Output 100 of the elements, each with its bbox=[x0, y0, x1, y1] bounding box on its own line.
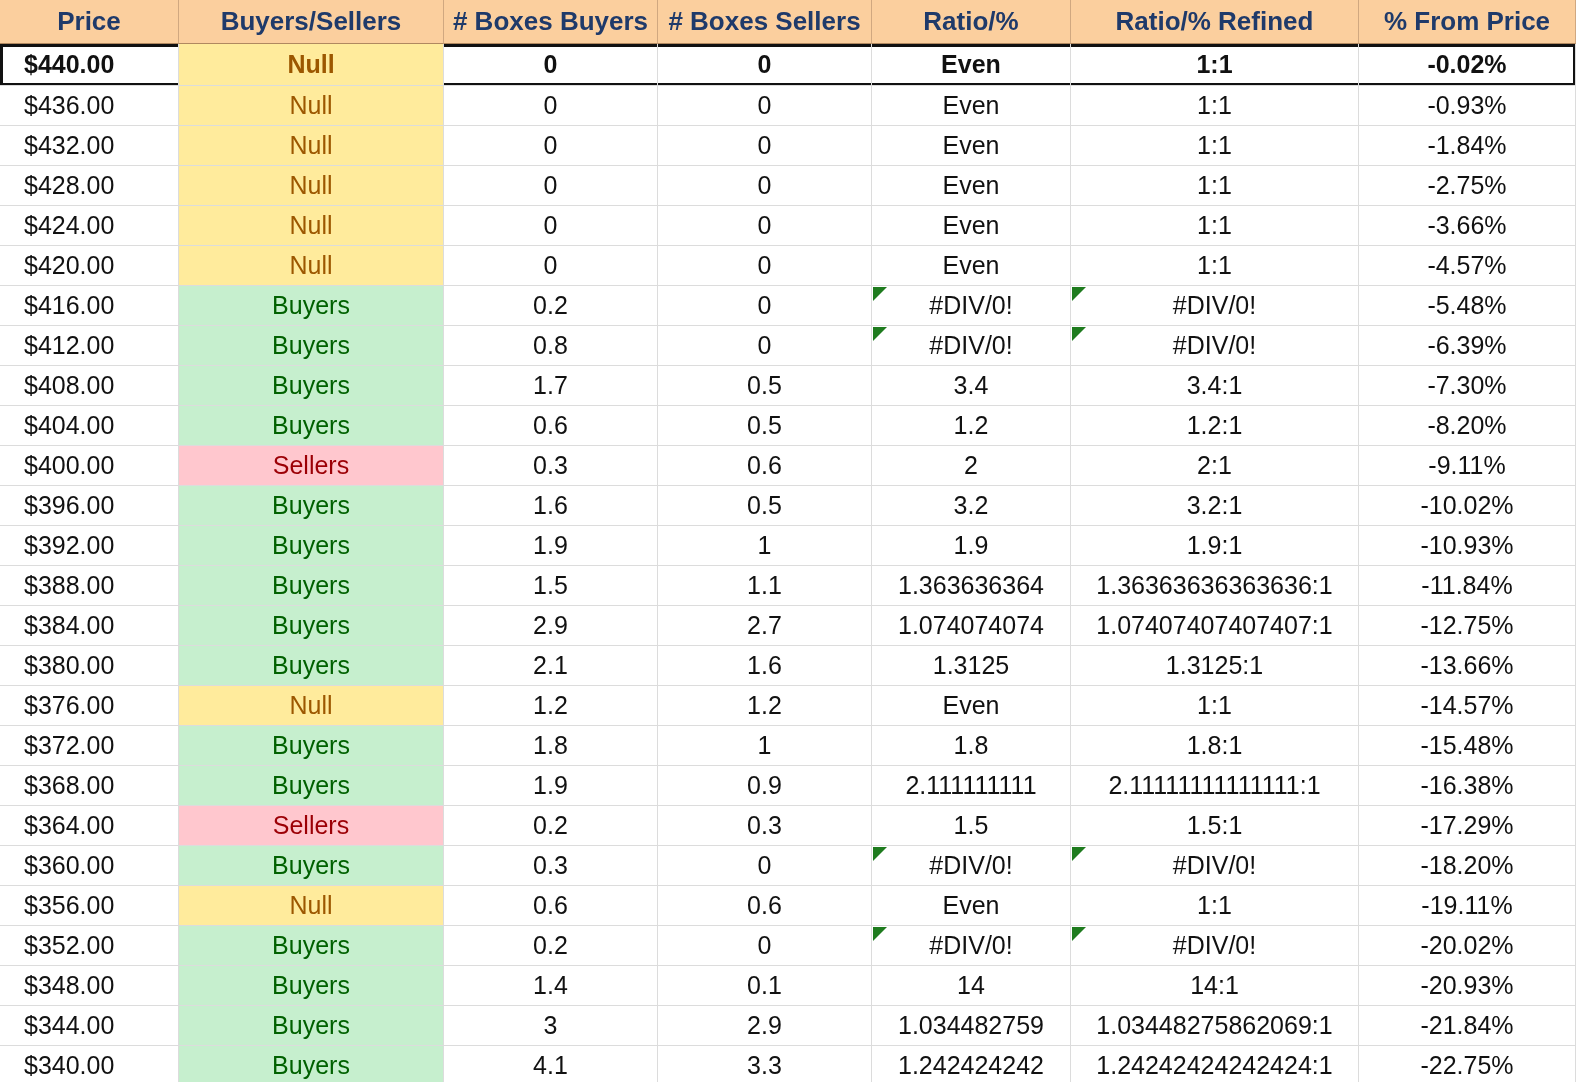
table-row[interactable]: $380.00 Buyers 2.1 1.6 1.3125 1.3125:1 -13.66% bbox=[0, 646, 1576, 686]
cell-value: 3.4:1 bbox=[1186, 371, 1243, 400]
cell-value: 1.074074074 bbox=[898, 611, 1044, 640]
table-row[interactable]: $428.00 Null 0 0 Even 1:1 -2.75% bbox=[0, 166, 1576, 206]
cell-value: 1.5:1 bbox=[1186, 811, 1243, 840]
table-cell: -18.20% bbox=[1359, 846, 1576, 886]
table-cell: -15.48% bbox=[1359, 726, 1576, 766]
table-cell: Buyers bbox=[179, 486, 444, 526]
table-cell: -13.66% bbox=[1359, 646, 1576, 686]
table-cell: Buyers bbox=[179, 406, 444, 446]
table-row[interactable]: $352.00 Buyers 0.2 0 #DIV/0! #DIV/0! -20.02% bbox=[0, 926, 1576, 966]
cell-value: 1.034482759 bbox=[898, 1011, 1044, 1040]
table-cell: -10.02% bbox=[1359, 486, 1576, 526]
table-cell: -19.11% bbox=[1359, 886, 1576, 926]
table-cell: -22.75% bbox=[1359, 1046, 1576, 1082]
table-row[interactable]: $372.00 Buyers 1.8 1 1.8 1.8:1 -15.48% bbox=[0, 726, 1576, 766]
cell-value: 1:1 bbox=[1197, 251, 1232, 280]
cell-value: 2 bbox=[964, 451, 978, 480]
table-cell: 0 bbox=[658, 246, 872, 286]
table-cell: -14.57% bbox=[1359, 686, 1576, 726]
cell-value: 1:1 bbox=[1197, 131, 1232, 160]
table-cell: 0 bbox=[658, 166, 872, 206]
table-row[interactable]: $392.00 Buyers 1.9 1 1.9 1.9:1 -10.93% bbox=[0, 526, 1576, 566]
cell-value: 1.2 bbox=[953, 411, 989, 440]
table-cell: Null bbox=[179, 166, 444, 206]
cell-value: 1:1 bbox=[1196, 50, 1233, 79]
table-row[interactable]: $400.00 Sellers 0.3 0.6 2 2:1 -9.11% bbox=[0, 446, 1576, 486]
table-row[interactable]: $344.00 Buyers 3 2.9 1.034482759 1.03448275862069:1 -21.84% bbox=[0, 1006, 1576, 1046]
cell-value: #DIV/0! bbox=[929, 851, 1013, 880]
table-row[interactable]: $384.00 Buyers 2.9 2.7 1.074074074 1.07407407407407:1 -12.75% bbox=[0, 606, 1576, 646]
table-cell: 0.1 bbox=[658, 966, 872, 1006]
table-row[interactable]: $416.00 Buyers 0.2 0 #DIV/0! #DIV/0! -5.48% bbox=[0, 286, 1576, 326]
table-row[interactable]: $368.00 Buyers 1.9 0.9 2.111111111 2.11111111111111:1 -16.38% bbox=[0, 766, 1576, 806]
table-row[interactable]: $432.00 Null 0 0 Even 1:1 -1.84% bbox=[0, 126, 1576, 166]
column-header: Buyers/Sellers bbox=[179, 0, 444, 44]
cell-value: 3.4 bbox=[953, 371, 989, 400]
table-cell: 0 bbox=[658, 846, 872, 886]
table-cell: -12.75% bbox=[1359, 606, 1576, 646]
table-cell: Buyers bbox=[179, 606, 444, 646]
cell-value: 3.2:1 bbox=[1186, 491, 1243, 520]
table-cell: 0.6 bbox=[444, 886, 658, 926]
cell-value: 1.5 bbox=[953, 811, 989, 840]
table-cell: -20.02% bbox=[1359, 926, 1576, 966]
table-cell: Buyers bbox=[179, 646, 444, 686]
table-cell: 1.6 bbox=[658, 646, 872, 686]
column-header: Ratio/% Refined bbox=[1071, 0, 1359, 44]
cell-value: #DIV/0! bbox=[1172, 291, 1257, 320]
table-row[interactable]: $376.00 Null 1.2 1.2 Even 1:1 -14.57% bbox=[0, 686, 1576, 726]
table-row[interactable]: $408.00 Buyers 1.7 0.5 3.4 3.4:1 -7.30% bbox=[0, 366, 1576, 406]
table-cell: Buyers bbox=[179, 286, 444, 326]
table-row[interactable]: $396.00 Buyers 1.6 0.5 3.2 3.2:1 -10.02% bbox=[0, 486, 1576, 526]
cell-value: 1.9:1 bbox=[1186, 531, 1243, 560]
table-cell: 3.3 bbox=[658, 1046, 872, 1082]
table-cell: Null bbox=[179, 886, 444, 926]
table-row[interactable]: $436.00 Null 0 0 Even 1:1 -0.93% bbox=[0, 86, 1576, 126]
table-cell: 0.5 bbox=[658, 406, 872, 446]
table-row[interactable]: $364.00 Sellers 0.2 0.3 1.5 1.5:1 -17.29% bbox=[0, 806, 1576, 846]
cell-value: 1.8 bbox=[953, 731, 989, 760]
table-cell: 0.2 bbox=[444, 286, 658, 326]
table-cell: -1.84% bbox=[1359, 126, 1576, 166]
table-cell: -16.38% bbox=[1359, 766, 1576, 806]
table-cell: -3.66% bbox=[1359, 206, 1576, 246]
table-cell: -10.93% bbox=[1359, 526, 1576, 566]
table-cell: 1 bbox=[658, 726, 872, 766]
cell-value: #DIV/0! bbox=[929, 331, 1013, 360]
column-header: # Boxes Sellers bbox=[658, 0, 872, 44]
table-cell: -17.29% bbox=[1359, 806, 1576, 846]
table-cell: 0.5 bbox=[658, 366, 872, 406]
cell-value: #DIV/0! bbox=[1172, 851, 1257, 880]
table-row[interactable]: $440.00 Null 0 0 Even 1:1 -0.02% bbox=[0, 44, 1576, 86]
cell-value: 1.363636364 bbox=[898, 571, 1044, 600]
table-cell: 0 bbox=[658, 206, 872, 246]
table-row[interactable]: $420.00 Null 0 0 Even 1:1 -4.57% bbox=[0, 246, 1576, 286]
table-cell: 1.1 bbox=[658, 566, 872, 606]
table-cell: 2.9 bbox=[658, 1006, 872, 1046]
table-row[interactable]: $348.00 Buyers 1.4 0.1 14 14:1 -20.93% bbox=[0, 966, 1576, 1006]
table-cell: Buyers bbox=[179, 1046, 444, 1082]
cell-value: Even bbox=[942, 171, 1000, 200]
table-cell: Null bbox=[179, 206, 444, 246]
cell-value: 2.11111111111111:1 bbox=[1108, 771, 1321, 800]
table-cell: Null bbox=[179, 126, 444, 166]
table-cell: 0.2 bbox=[444, 926, 658, 966]
table-row[interactable]: $360.00 Buyers 0.3 0 #DIV/0! #DIV/0! -18.20% bbox=[0, 846, 1576, 886]
table-row[interactable]: $412.00 Buyers 0.8 0 #DIV/0! #DIV/0! -6.39% bbox=[0, 326, 1576, 366]
cell-value: Even bbox=[942, 251, 1000, 280]
table-row[interactable]: $356.00 Null 0.6 0.6 Even 1:1 -19.11% bbox=[0, 886, 1576, 926]
table-row[interactable]: $340.00 Buyers 4.1 3.3 1.242424242 1.24242424242424:1 -22.75% bbox=[0, 1046, 1576, 1082]
table-cell: Buyers bbox=[179, 766, 444, 806]
table-row[interactable]: $404.00 Buyers 0.6 0.5 1.2 1.2:1 -8.20% bbox=[0, 406, 1576, 446]
cell-value: 1:1 bbox=[1197, 211, 1232, 240]
table-cell: -2.75% bbox=[1359, 166, 1576, 206]
table-row[interactable]: $424.00 Null 0 0 Even 1:1 -3.66% bbox=[0, 206, 1576, 246]
column-header: % From Price bbox=[1359, 0, 1576, 44]
table-cell: Buyers bbox=[179, 926, 444, 966]
table-cell: 0 bbox=[444, 126, 658, 166]
table-row[interactable]: $388.00 Buyers 1.5 1.1 1.363636364 1.36363636363636:1 -11.84% bbox=[0, 566, 1576, 606]
table-cell: 0.3 bbox=[444, 846, 658, 886]
table-cell: -11.84% bbox=[1359, 566, 1576, 606]
cell-value: Even bbox=[941, 50, 1001, 79]
table-cell: 1.5 bbox=[444, 566, 658, 606]
